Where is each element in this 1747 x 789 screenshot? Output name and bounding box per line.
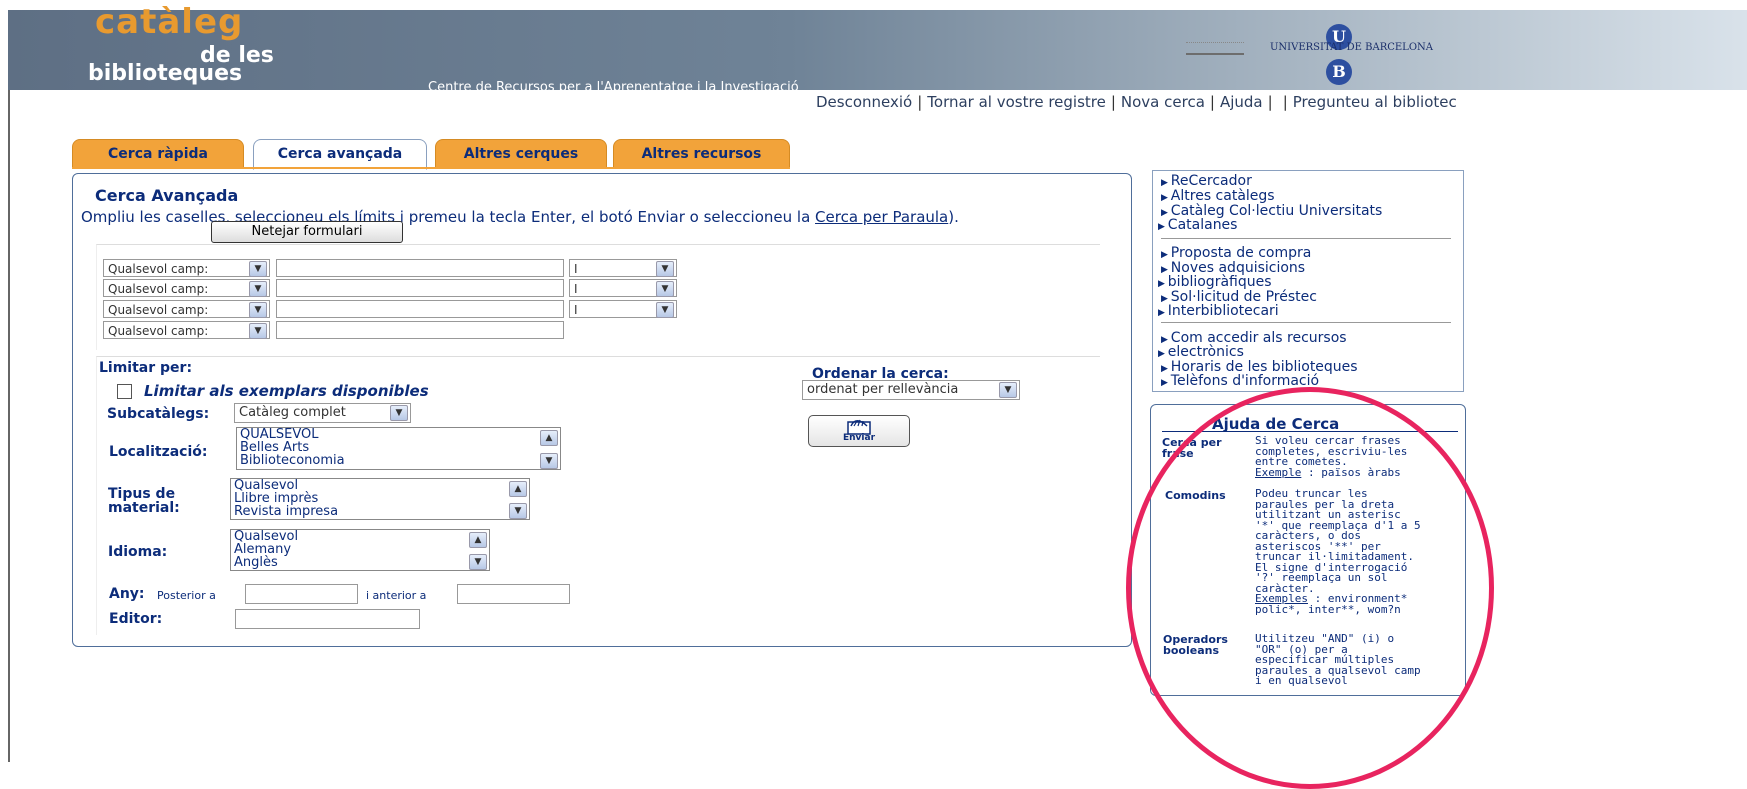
year-label: Any: xyxy=(109,586,145,602)
language-list[interactable]: Qualsevol Alemany Anglès ▲ ▼ xyxy=(230,529,490,571)
logo-libraries: biblioteques xyxy=(88,61,243,86)
subcatalog-select[interactable]: Catàleg complet ▼ xyxy=(234,403,411,423)
panel-title: Cerca Avançada xyxy=(95,186,239,205)
year-after-input[interactable] xyxy=(245,584,358,604)
list-item[interactable]: Anglès xyxy=(234,556,489,569)
subcatalogs-label: Subcatàlegs: xyxy=(107,406,210,422)
scroll-up-icon[interactable]: ▲ xyxy=(509,481,527,497)
search-input-2[interactable] xyxy=(276,279,564,297)
sidebar-item-collective-catalog-cont[interactable]: Catalanes xyxy=(1158,218,1238,234)
field-select-4[interactable]: Qualsevol camp: ▼ xyxy=(103,321,270,339)
chevron-down-icon: ▼ xyxy=(249,323,267,339)
link-disconnect[interactable]: Desconnexió xyxy=(816,93,912,111)
link-help[interactable]: Ajuda xyxy=(1220,93,1263,111)
available-checkbox-label[interactable]: Limitar als exemplars disponibles xyxy=(144,382,429,400)
list-item[interactable]: Revista impresa xyxy=(234,505,529,518)
material-label: Tipus de material: xyxy=(108,486,180,516)
highlight-circle xyxy=(1126,387,1494,789)
chevron-down-icon: ▼ xyxy=(249,261,267,277)
chevron-down-icon: ▼ xyxy=(656,302,674,318)
search-input-4[interactable] xyxy=(276,321,564,339)
material-list[interactable]: Qualsevol Llibre imprès Revista impresa … xyxy=(230,478,530,520)
field-select-3[interactable]: Qualsevol camp: ▼ xyxy=(103,300,270,318)
building-icon xyxy=(1186,42,1244,55)
language-label: Idioma: xyxy=(108,544,168,560)
scroll-down-icon[interactable]: ▼ xyxy=(540,453,558,469)
location-label: Localització: xyxy=(109,444,208,460)
tab-underline xyxy=(72,167,790,169)
logo-catalog[interactable]: catàleg xyxy=(95,2,243,42)
list-item[interactable]: Biblioteconomia xyxy=(240,454,560,467)
ub-logo-b-icon: B xyxy=(1326,59,1352,85)
page-left-border xyxy=(8,90,10,762)
year-after-label: Posterior a xyxy=(157,589,216,602)
available-checkbox[interactable] xyxy=(117,384,132,399)
tab-other-resources[interactable]: Altres recursos xyxy=(613,139,790,167)
bool-select-2[interactable]: I ▼ xyxy=(569,279,677,297)
search-input-3[interactable] xyxy=(276,300,564,318)
chevron-down-icon: ▼ xyxy=(390,405,408,421)
field-select-2[interactable]: Qualsevol camp: ▼ xyxy=(103,279,270,297)
tab-quick-search[interactable]: Cerca ràpida xyxy=(72,139,244,167)
chevron-down-icon: ▼ xyxy=(249,281,267,297)
header-subtitle: Centre de Recursos per a l'Aprenentatge … xyxy=(428,80,799,95)
publisher-input[interactable] xyxy=(235,609,420,629)
chevron-down-icon: ▼ xyxy=(656,261,674,277)
bool-select-1[interactable]: I ▼ xyxy=(569,259,677,277)
publisher-label: Editor: xyxy=(109,611,163,627)
chevron-down-icon: ▼ xyxy=(249,302,267,318)
limit-by-label: Limitar per: xyxy=(99,360,193,376)
sidebar-links-box: ReCercador Altres catàlegs Catàleg Col·l… xyxy=(1152,170,1464,392)
link-new-search[interactable]: Nova cerca xyxy=(1121,93,1205,111)
bool-select-3[interactable]: I ▼ xyxy=(569,300,677,318)
link-word-search[interactable]: Cerca per Paraula xyxy=(815,208,948,226)
field-select-1[interactable]: Qualsevol camp: ▼ xyxy=(103,259,270,277)
sort-select[interactable]: ordenat per rellevància ▼ xyxy=(802,380,1020,400)
top-nav: Desconnexió | Tornar al vostre registre | No… xyxy=(816,93,1457,111)
scroll-down-icon[interactable]: ▼ xyxy=(469,554,487,570)
scroll-down-icon[interactable]: ▼ xyxy=(509,503,527,519)
clear-form-button[interactable]: Netejar formulari xyxy=(211,221,403,243)
scroll-up-icon[interactable]: ▲ xyxy=(540,430,558,446)
search-input-1[interactable] xyxy=(276,259,564,277)
tab-other-searches[interactable]: Altres cerques xyxy=(435,139,607,167)
year-before-input[interactable] xyxy=(457,584,570,604)
location-list[interactable]: QUALSEVOL Belles Arts Biblioteconomia ▲ … xyxy=(236,427,561,470)
university-name[interactable]: UNIVERSITAT DE BARCELONA xyxy=(1270,42,1433,53)
chevron-down-icon: ▼ xyxy=(999,382,1017,398)
scroll-up-icon[interactable]: ▲ xyxy=(469,532,487,548)
send-button[interactable]: Enviar xyxy=(808,415,910,447)
chevron-down-icon: ▼ xyxy=(656,281,674,297)
sidebar-item-interlibrary-loan-cont[interactable]: Interbibliotecari xyxy=(1158,304,1279,320)
tab-advanced-search[interactable]: Cerca avançada xyxy=(253,139,427,170)
link-return-record[interactable]: Tornar al vostre registre xyxy=(927,93,1106,111)
link-ask-librarian[interactable]: Pregunteu al bibliotec xyxy=(1293,93,1457,111)
year-before-label: i anterior a xyxy=(366,589,427,602)
